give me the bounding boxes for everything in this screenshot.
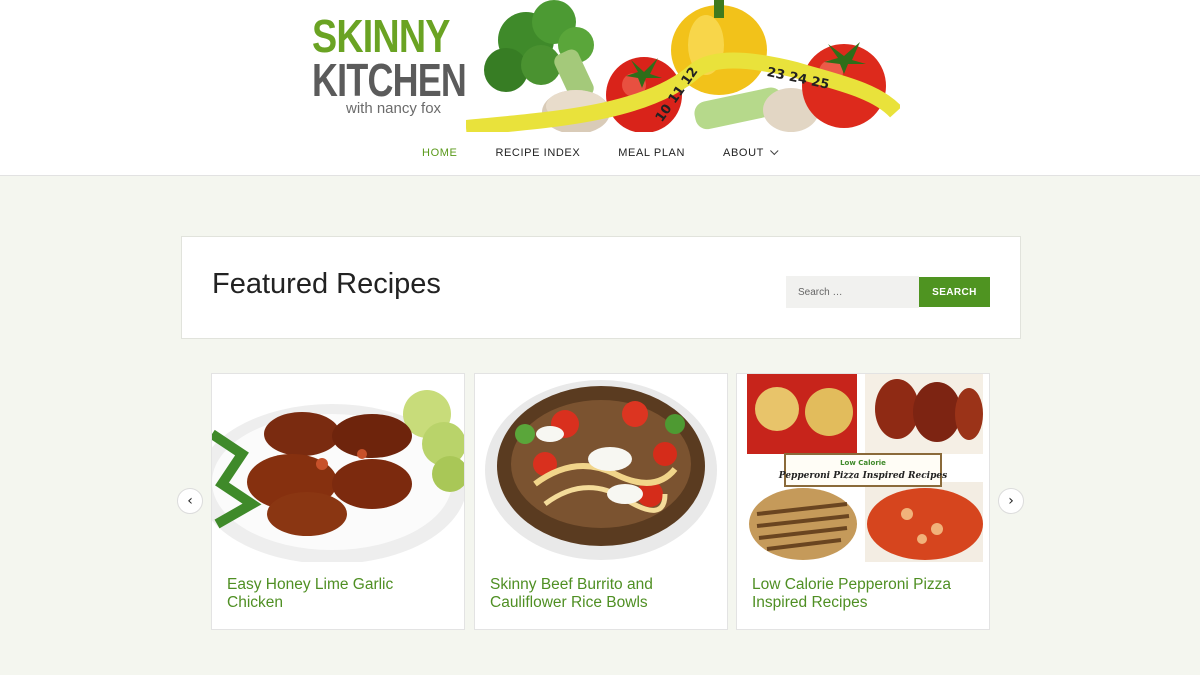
logo-line-skinny: SKINNY: [312, 10, 450, 62]
logo-line-kitchen: KITCHEN: [312, 54, 467, 106]
nav-item-recipe-index[interactable]: RECIPE INDEX: [476, 140, 599, 166]
nav-item-recipe-index-label: RECIPE INDEX: [495, 147, 581, 159]
recipe-image-beef-burrito-bowls[interactable]: [475, 374, 727, 562]
chevron-left-icon: ‹: [187, 493, 193, 509]
carousel-prev-button[interactable]: ‹: [177, 488, 203, 514]
image-caption: Pepperoni Pizza Inspired Recipes: [778, 471, 947, 481]
main-navigation: HOME RECIPE INDEX MEAL PLAN ABOUT: [0, 140, 1200, 166]
recipe-card-title[interactable]: Easy Honey Lime Garlic Chicken: [227, 576, 452, 612]
nav-item-meal-plan[interactable]: MEAL PLAN: [599, 140, 704, 166]
site-logo[interactable]: SKINNY KITCHEN with nancy fox: [312, 10, 467, 118]
recipe-card-title[interactable]: Low Calorie Pepperoni Pizza Inspired Rec…: [752, 576, 977, 612]
recipe-image-honey-lime-chicken[interactable]: [212, 374, 464, 562]
search-input[interactable]: [786, 276, 919, 308]
nav-item-home[interactable]: HOME: [403, 140, 476, 166]
nav-item-about[interactable]: ABOUT: [704, 140, 797, 166]
nav-item-meal-plan-label: MEAL PLAN: [618, 147, 686, 159]
chevron-down-icon: [770, 146, 779, 156]
header-vegetables-image: 10 11 12 23 24 25: [466, 0, 900, 132]
recipe-card-title[interactable]: Skinny Beef Burrito and Cauliflower Rice…: [490, 576, 715, 612]
site-header: SKINNY KITCHEN with nancy fox 10 11 12 2…: [0, 0, 1200, 176]
carousel-next-button[interactable]: ›: [998, 488, 1024, 514]
recipe-image-pepperoni-pizza-recipes[interactable]: Low Calorie Pepperoni Pizza Inspired Rec…: [737, 374, 989, 562]
recipe-card-pepperoni-pizza-recipes[interactable]: Low Calorie Pepperoni Pizza Inspired Rec…: [736, 373, 990, 630]
chevron-right-icon: ›: [1008, 493, 1014, 509]
image-caption-top: Low Calorie: [840, 459, 886, 467]
nav-item-about-label: ABOUT: [723, 147, 764, 159]
nav-item-home-label: HOME: [422, 147, 458, 159]
featured-recipes-panel: Featured Recipes SEARCH: [181, 236, 1021, 339]
recipe-card-honey-lime-chicken[interactable]: Easy Honey Lime Garlic Chicken: [211, 373, 465, 630]
search-button[interactable]: SEARCH: [919, 277, 990, 307]
recipe-card-beef-burrito-bowls[interactable]: Skinny Beef Burrito and Cauliflower Rice…: [474, 373, 728, 630]
featured-recipes-title: Featured Recipes: [212, 268, 441, 300]
